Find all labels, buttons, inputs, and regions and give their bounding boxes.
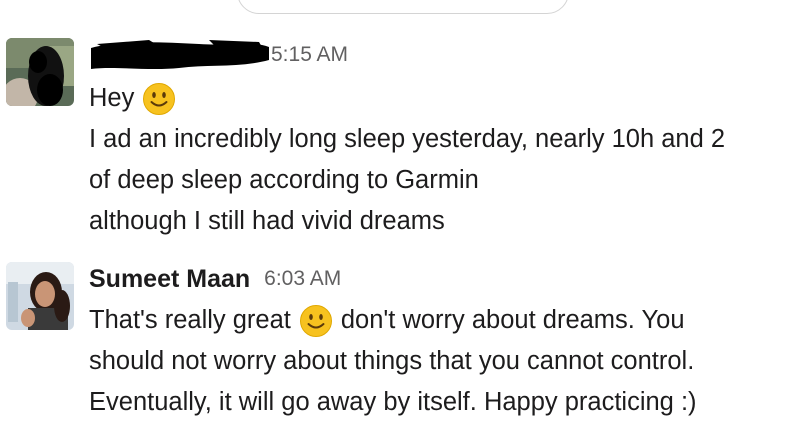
message-text: of deep sleep according to Garmin <box>89 166 479 194</box>
slightly-smiling-face-icon <box>142 82 176 116</box>
message-line: although I still had vivid dreams <box>89 201 805 242</box>
message-timestamp[interactable]: 5:15 AM <box>271 43 348 67</box>
jump-to-date-pill[interactable] <box>237 0 569 14</box>
message-text: should not worry about things that you c… <box>89 347 695 375</box>
avatar[interactable] <box>6 262 74 330</box>
message-text: That's really great <box>89 306 291 334</box>
message-line: That's really great don't worry about dr… <box>89 300 805 341</box>
message-line: I ad an incredibly long sleep yesterday,… <box>89 119 805 160</box>
message-header: Sumeet Maan 6:03 AM <box>89 262 341 296</box>
slightly-smiling-face-icon <box>299 304 333 338</box>
message-header: 5:15 AM <box>89 38 348 72</box>
redacted-sender-name <box>89 38 271 72</box>
avatar[interactable] <box>6 38 74 106</box>
message-text: Eventually, it will go away by itself. H… <box>89 388 697 416</box>
message-text: I ad an incredibly long sleep yesterday,… <box>89 125 726 153</box>
message-timestamp[interactable]: 6:03 AM <box>264 267 341 291</box>
sender-name[interactable]: Sumeet Maan <box>89 265 250 294</box>
message-line: Eventually, it will go away by itself. H… <box>89 382 805 423</box>
message-body: Hey I ad an incredibly long sleep yester… <box>89 78 805 242</box>
message-line: of deep sleep according to Garmin <box>89 160 805 201</box>
message-line: Hey <box>89 78 805 119</box>
message-text: although I still had vivid dreams <box>89 207 445 235</box>
message-text: don't worry about dreams. You <box>340 306 685 334</box>
message-line: should not worry about things that you c… <box>89 341 805 382</box>
message-body: That's really great don't worry about dr… <box>89 300 805 423</box>
message-text: Hey <box>89 84 135 112</box>
